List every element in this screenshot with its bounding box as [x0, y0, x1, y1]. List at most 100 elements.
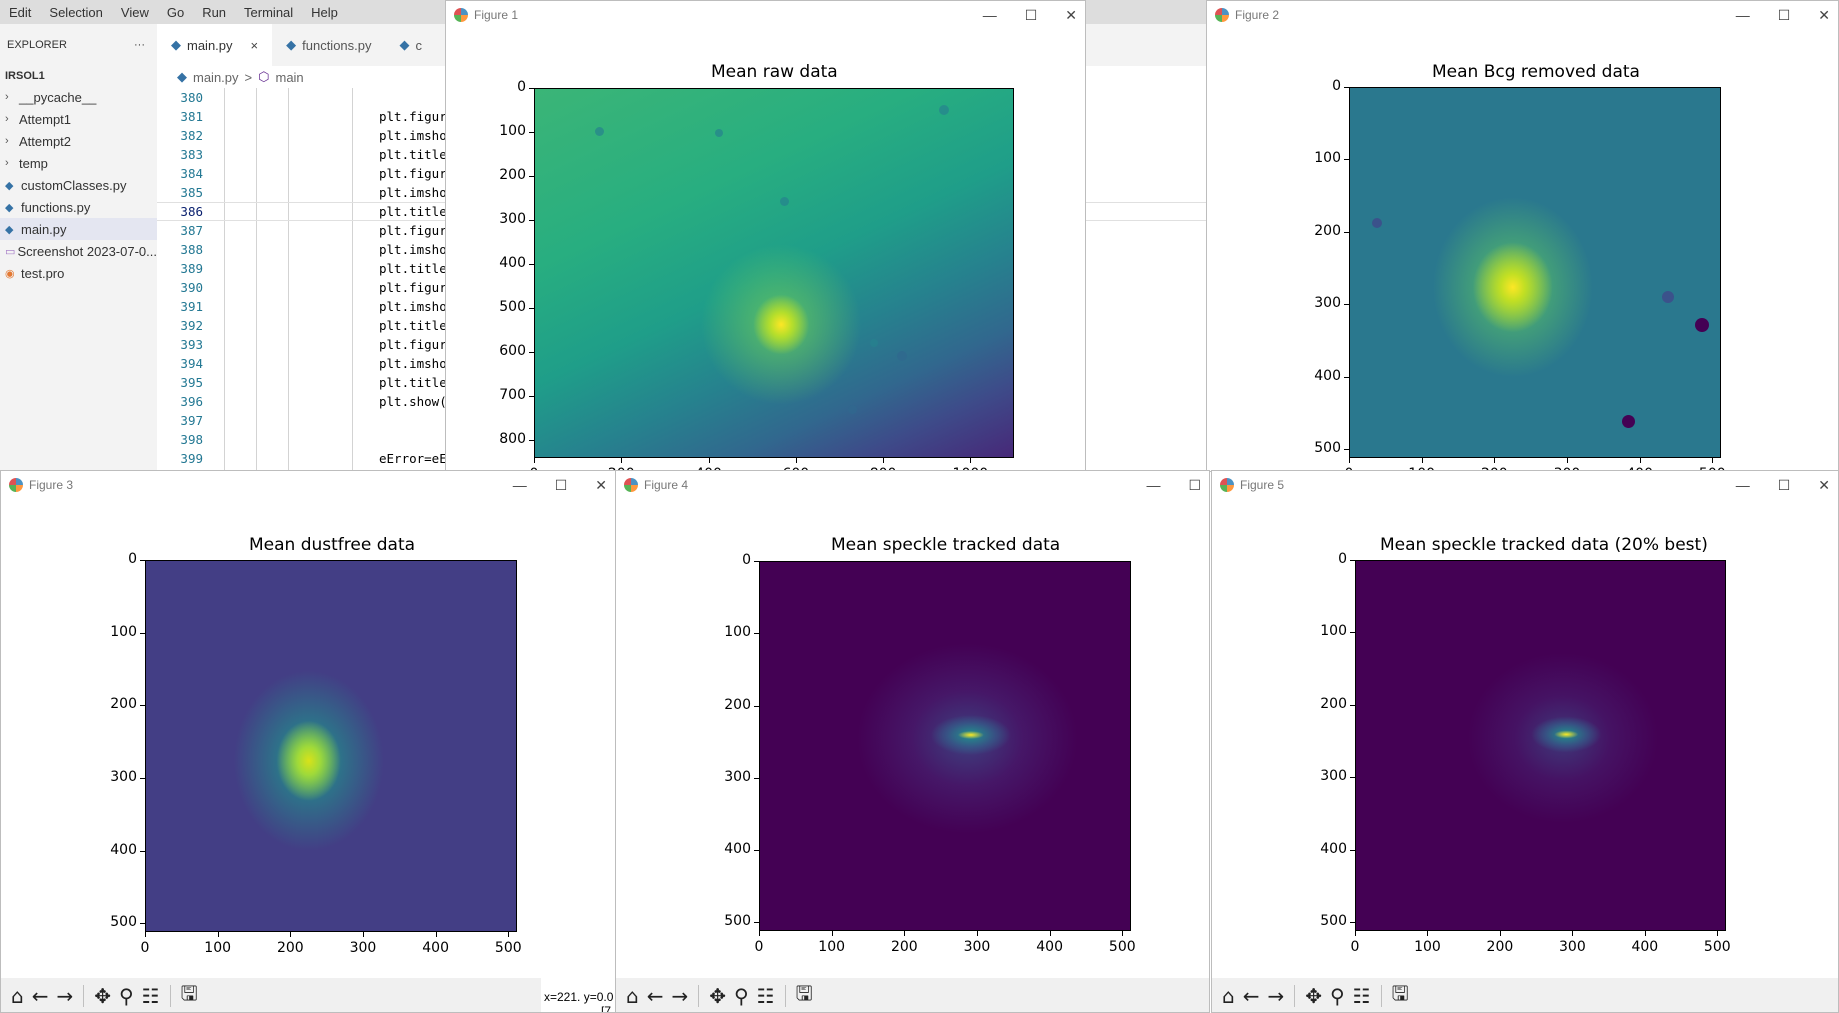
dust-spot	[1695, 318, 1709, 332]
titlebar[interactable]: Figure 5 — ☐ ✕	[1212, 471, 1838, 499]
figure-5-window[interactable]: Figure 5 — ☐ ✕ Mean speckle tracked data (…	[1211, 470, 1839, 1013]
y-tick-mark	[529, 264, 534, 266]
tree-folder-attempt1[interactable]: › Attempt1	[0, 108, 157, 130]
dust-spot	[715, 129, 723, 137]
configure-icon[interactable]: ☷	[142, 984, 160, 1008]
maximize-button[interactable]: ☐	[1025, 7, 1038, 24]
home-icon[interactable]: ⌂	[626, 984, 639, 1008]
tree-folder-pycache[interactable]: › __pycache__	[0, 86, 157, 108]
explorer-more-icon[interactable]: ···	[134, 39, 145, 51]
zoom-icon[interactable]: ⚲	[734, 984, 749, 1008]
y-tick-label: 600	[499, 343, 526, 360]
minimize-button[interactable]: —	[513, 477, 527, 494]
pan-icon[interactable]: ✥	[1305, 984, 1322, 1008]
save-icon[interactable]: 🖫	[796, 979, 813, 1012]
close-button[interactable]: ✕	[1065, 7, 1077, 24]
titlebar[interactable]: Figure 1 — ☐ ✕	[446, 1, 1085, 29]
x-tick-mark	[1566, 458, 1568, 463]
pan-icon[interactable]: ✥	[709, 984, 726, 1008]
breadcrumb-file[interactable]: main.py	[193, 70, 239, 85]
tree-file-customclasses[interactable]: ◆ customClasses.py	[0, 174, 157, 196]
minimize-button[interactable]: —	[1146, 477, 1160, 494]
maximize-button[interactable]: ☐	[1778, 7, 1791, 24]
menu-go[interactable]: Go	[158, 5, 193, 20]
x-tick-mark	[831, 931, 833, 936]
menu-edit[interactable]: Edit	[0, 5, 40, 20]
image-axes[interactable]	[534, 88, 1014, 458]
pan-icon[interactable]: ✥	[94, 984, 111, 1008]
back-icon[interactable]: ←	[1243, 984, 1260, 1008]
image-axes[interactable]	[759, 561, 1131, 931]
zoom-icon[interactable]: ⚲	[119, 984, 134, 1008]
y-tick-mark	[1344, 87, 1349, 88]
code-text: plt.title	[379, 204, 447, 219]
menu-view[interactable]: View	[112, 5, 158, 20]
maximize-button[interactable]: ☐	[1778, 477, 1791, 494]
back-icon[interactable]: ←	[32, 984, 49, 1008]
tree-file-main[interactable]: ◆ main.py	[0, 218, 157, 240]
figure-4-window[interactable]: Figure 4 — ☐ Mean speckle tracked data ⌂ …	[615, 470, 1210, 1013]
tab-truncated[interactable]: ◆ c	[386, 24, 437, 66]
x-tick-label: 400	[1631, 939, 1659, 955]
y-tick-label: 100	[499, 123, 526, 140]
tree-file-functions[interactable]: ◆ functions.py	[0, 196, 157, 218]
x-tick-mark	[508, 932, 510, 937]
x-tick-label: 100	[818, 939, 846, 955]
x-tick-mark	[290, 932, 292, 937]
image-axes[interactable]	[1355, 560, 1726, 931]
close-button[interactable]: ✕	[595, 477, 607, 494]
titlebar[interactable]: Figure 4 — ☐	[616, 471, 1209, 499]
close-icon[interactable]: ×	[251, 38, 259, 53]
maximize-button[interactable]: ☐	[1188, 477, 1201, 494]
tree-folder-temp[interactable]: › temp	[0, 152, 157, 174]
home-icon[interactable]: ⌂	[11, 984, 24, 1008]
forward-icon[interactable]: →	[1267, 984, 1284, 1008]
figure-1-window[interactable]: Figure 1 — ☐ ✕ Mean raw data 0 100 200 300 400…	[445, 0, 1086, 472]
figure-3-window[interactable]: Figure 3 — ☐ ✕ Mean dustfree data x=221. y…	[0, 470, 616, 1013]
minimize-button[interactable]: —	[1736, 477, 1750, 494]
minimize-button[interactable]: —	[983, 7, 997, 24]
menu-selection[interactable]: Selection	[40, 5, 111, 20]
zoom-icon[interactable]: ⚲	[1330, 984, 1345, 1008]
image-axes[interactable]	[145, 560, 517, 932]
maximize-button[interactable]: ☐	[555, 477, 568, 494]
minimize-button[interactable]: —	[1736, 7, 1750, 24]
y-tick-mark	[754, 561, 759, 562]
y-tick-label: 300	[1314, 295, 1341, 312]
menu-terminal[interactable]: Terminal	[235, 5, 302, 20]
save-icon[interactable]: 🖫	[181, 979, 198, 1012]
forward-icon[interactable]: →	[56, 984, 73, 1008]
y-tick-mark	[140, 705, 145, 707]
home-icon[interactable]: ⌂	[1222, 984, 1235, 1008]
line-number: 386	[180, 204, 203, 219]
image-axes[interactable]	[1349, 87, 1721, 458]
tab-functions-py[interactable]: ◆ functions.py	[272, 24, 385, 66]
code-text: eError=eE	[379, 451, 447, 466]
configure-icon[interactable]: ☷	[757, 984, 775, 1008]
y-tick-label: 500	[110, 914, 137, 931]
matplotlib-icon	[9, 478, 23, 492]
tree-file-screenshot[interactable]: ▭ Screenshot 2023-07-0...	[0, 240, 157, 262]
tab-main-py[interactable]: ◆ main.py ×	[157, 24, 273, 66]
forward-icon[interactable]: →	[671, 984, 688, 1008]
menu-help[interactable]: Help	[302, 5, 347, 20]
configure-icon[interactable]: ☷	[1353, 984, 1371, 1008]
window-title: Figure 1	[474, 8, 519, 22]
figure-2-window[interactable]: Figure 2 — ☐ ✕ Mean Bcg removed data 0 100 2…	[1206, 0, 1839, 472]
menu-run[interactable]: Run	[193, 5, 235, 20]
tree-folder-attempt2[interactable]: › Attempt2	[0, 130, 157, 152]
save-icon[interactable]: 🖫	[1392, 979, 1409, 1012]
close-button[interactable]: ✕	[1818, 477, 1830, 494]
tree-item-label: Screenshot 2023-07-0...	[17, 243, 157, 259]
project-name[interactable]: IRSOL1	[0, 66, 157, 86]
tree-file-testpro[interactable]: ◉ test.pro	[0, 262, 157, 284]
tree-item-label: test.pro	[21, 265, 65, 281]
x-tick-mark	[1349, 458, 1350, 463]
y-tick-mark	[140, 777, 145, 779]
breadcrumb-symbol[interactable]: main	[275, 70, 303, 85]
close-button[interactable]: ✕	[1818, 7, 1830, 24]
back-icon[interactable]: ←	[647, 984, 664, 1008]
titlebar[interactable]: Figure 3 — ☐ ✕	[1, 471, 615, 499]
titlebar[interactable]: Figure 2 — ☐ ✕	[1207, 1, 1838, 29]
x-tick-mark	[883, 458, 885, 463]
